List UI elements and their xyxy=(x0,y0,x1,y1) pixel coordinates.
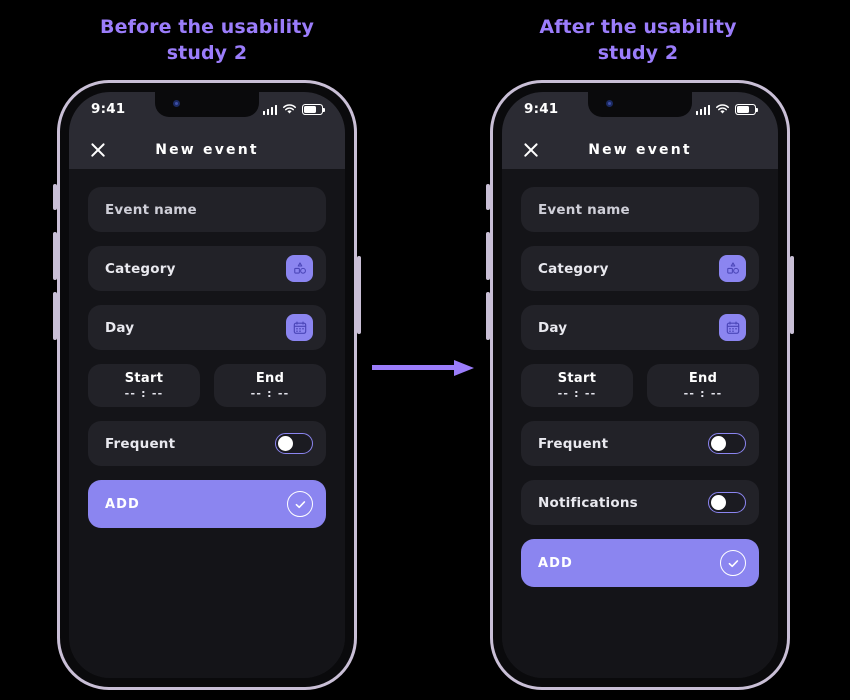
start-time-picker[interactable]: Start -- : -- xyxy=(88,364,200,407)
frequent-toggle[interactable] xyxy=(275,433,313,454)
calendar-icon xyxy=(719,314,746,341)
new-event-form: Event name Category Day Start --: -- En… xyxy=(502,169,778,678)
page-title: New event xyxy=(155,141,259,158)
day-label: Day xyxy=(538,319,568,336)
add-button-label: ADD xyxy=(105,496,140,512)
before-column-title: Before the usability study 2 xyxy=(57,14,357,66)
notifications-row[interactable]: Notifications xyxy=(521,480,759,525)
status-bar: 9:41 xyxy=(502,92,778,130)
front-camera-icon xyxy=(173,100,180,107)
add-button[interactable]: ADD xyxy=(88,480,326,528)
category-picker[interactable]: Category xyxy=(88,246,326,291)
start-value: -- : -- xyxy=(557,387,597,400)
status-time: 9:41 xyxy=(91,101,126,117)
category-label: Category xyxy=(538,260,609,277)
day-picker[interactable]: Day xyxy=(88,305,326,350)
after-column-title: After the usability study 2 xyxy=(488,14,788,66)
silence-switch[interactable] xyxy=(53,184,57,210)
page-title: New event xyxy=(588,141,692,158)
arrow-head xyxy=(454,360,474,376)
after-title-line2: study 2 xyxy=(597,42,679,64)
phone-bezel: 9:41 New event Event name Category Day S… xyxy=(493,83,787,687)
calendar-icon xyxy=(286,314,313,341)
time-range-row: Start -- : -- End -- : -- xyxy=(521,364,759,407)
phone-screen: 9:41 New event Event name Category Day S… xyxy=(502,92,778,678)
power-button[interactable] xyxy=(790,256,794,334)
end-time-picker[interactable]: End -- : -- xyxy=(214,364,326,407)
shapes-icon xyxy=(286,255,313,282)
shapes-icon xyxy=(719,255,746,282)
start-time-picker[interactable]: Start -- : -- xyxy=(521,364,633,407)
event-name-input[interactable]: Event name xyxy=(521,187,759,232)
toggle-knob xyxy=(277,435,293,451)
front-camera-icon xyxy=(606,100,613,107)
signal-bars-icon xyxy=(695,104,710,115)
event-name-input[interactable]: Event name xyxy=(88,187,326,232)
start-label: Start xyxy=(557,371,597,386)
end-label: End xyxy=(688,371,718,386)
close-icon[interactable] xyxy=(89,141,107,159)
toggle-knob xyxy=(710,435,726,451)
volume-up-button[interactable] xyxy=(53,232,57,280)
start-value: -- : -- xyxy=(124,387,164,400)
before-title-line2: study 2 xyxy=(166,42,248,64)
phone-mockup-after: 9:41 New event Event name Category Day S… xyxy=(486,80,794,690)
volume-up-button[interactable] xyxy=(486,232,490,280)
power-button[interactable] xyxy=(357,256,361,334)
day-picker[interactable]: Day xyxy=(521,305,759,350)
status-icons xyxy=(262,101,326,115)
status-icons xyxy=(695,101,759,115)
phone-mockup-before: 9:41 New event Event name Category Day S… xyxy=(53,80,361,690)
time-range-row: Start -- : -- End -- : -- xyxy=(88,364,326,407)
category-label: Category xyxy=(105,260,176,277)
end-label: End xyxy=(255,371,285,386)
comparison-stage: Before the usability study 2 After the u… xyxy=(0,0,850,700)
toggle-knob xyxy=(710,494,726,510)
phone-bezel: 9:41 New event Event name Category Day S… xyxy=(60,83,354,687)
end-value: -- : -- xyxy=(250,387,290,400)
battery-icon xyxy=(302,104,326,115)
wifi-icon xyxy=(282,104,297,114)
event-name-label: Event name xyxy=(105,201,197,218)
notch xyxy=(155,92,259,117)
phone-screen: 9:41 New event Event name Category Day S… xyxy=(69,92,345,678)
volume-down-button[interactable] xyxy=(486,292,490,340)
volume-down-button[interactable] xyxy=(53,292,57,340)
frequent-row[interactable]: Frequent xyxy=(521,421,759,466)
start-label: Start xyxy=(124,371,164,386)
battery-icon xyxy=(735,104,759,115)
add-button[interactable]: ADD xyxy=(521,539,759,587)
add-button-label: ADD xyxy=(538,555,573,571)
frequent-row[interactable]: Frequent xyxy=(88,421,326,466)
frequent-toggle[interactable] xyxy=(708,433,746,454)
app-header: New event xyxy=(502,130,778,169)
new-event-form: Event name Category Day Start --: -- En… xyxy=(69,169,345,678)
status-bar: 9:41 xyxy=(69,92,345,130)
before-title-line1: Before the usability xyxy=(100,16,314,38)
event-name-label: Event name xyxy=(538,201,630,218)
notifications-label: Notifications xyxy=(538,494,638,511)
wifi-icon xyxy=(715,104,730,114)
arrow-shaft xyxy=(372,365,456,370)
after-title-line1: After the usability xyxy=(539,16,737,38)
notch xyxy=(588,92,692,117)
frequent-label: Frequent xyxy=(538,435,609,452)
category-picker[interactable]: Category xyxy=(521,246,759,291)
signal-bars-icon xyxy=(262,104,277,115)
check-circle-icon xyxy=(287,491,313,517)
notifications-toggle[interactable] xyxy=(708,492,746,513)
end-value: -- : -- xyxy=(683,387,723,400)
check-circle-icon xyxy=(720,550,746,576)
frequent-label: Frequent xyxy=(105,435,176,452)
day-label: Day xyxy=(105,319,135,336)
app-header: New event xyxy=(69,130,345,169)
silence-switch[interactable] xyxy=(486,184,490,210)
right-arrow-icon xyxy=(372,360,474,376)
end-time-picker[interactable]: End -- : -- xyxy=(647,364,759,407)
status-time: 9:41 xyxy=(524,101,559,117)
close-icon[interactable] xyxy=(522,141,540,159)
